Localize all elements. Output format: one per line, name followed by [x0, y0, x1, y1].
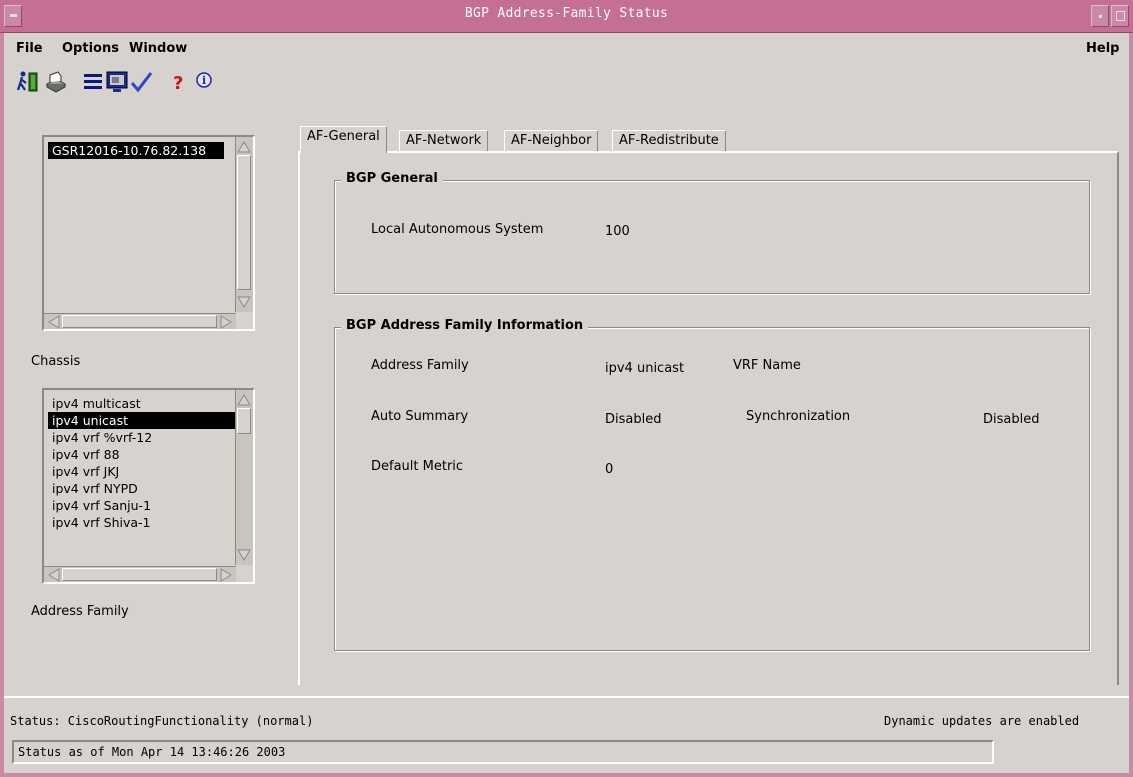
bgp-general-group: BGP General Local Autonomous System 100 [334, 171, 1090, 294]
af-list-item[interactable]: ipv4 multicast [48, 395, 250, 412]
window-title: BGP Address-Family Status [464, 6, 669, 21]
af-list-item-selected[interactable]: ipv4 unicast [48, 412, 246, 429]
help-icon[interactable]: ? [166, 70, 190, 94]
synchronization-value: Disabled [983, 412, 1040, 427]
scroll-right-icon[interactable] [218, 567, 234, 583]
status-bar: Status: CiscoRoutingFunctionality (norma… [4, 696, 1129, 777]
scroll-down-icon[interactable] [236, 294, 252, 310]
af-info-title: BGP Address Family Information [341, 318, 589, 333]
maximize-icon [1116, 11, 1125, 21]
svg-text:?: ? [173, 73, 183, 94]
scroll-up-icon[interactable] [236, 392, 252, 408]
auto-summary-value: Disabled [605, 412, 662, 427]
af-list-items: ipv4 multicast ipv4 unicast ipv4 vrf %vr… [48, 395, 250, 531]
af-list-item[interactable]: ipv4 vrf Shiva-1 [48, 514, 250, 531]
af-list-item[interactable]: ipv4 vrf JKJ [48, 463, 250, 480]
status-text: Status: CiscoRoutingFunctionality (norma… [10, 714, 314, 728]
default-metric-label: Default Metric [371, 459, 464, 474]
status-timestamp-field: Status as of Mon Apr 14 13:46:26 2003 [12, 740, 994, 764]
af-info-group: BGP Address Family Information Address F… [334, 318, 1090, 651]
af-list-item[interactable]: ipv4 vrf 88 [48, 446, 250, 463]
tab-af-neighbor[interactable]: AF-Neighbor [504, 130, 599, 152]
print-icon[interactable] [44, 70, 68, 94]
address-family-list[interactable]: ipv4 multicast ipv4 unicast ipv4 vrf %vr… [42, 388, 255, 584]
menu-help[interactable]: Help [1086, 41, 1119, 56]
scroll-right-icon[interactable] [218, 314, 234, 330]
chassis-hscroll-thumb[interactable] [62, 315, 217, 328]
maximize-button[interactable] [1111, 5, 1129, 27]
title-bar[interactable]: BGP Address-Family Status [0, 0, 1133, 33]
tab-panel-af-general: BGP General Local Autonomous System 100 … [298, 151, 1119, 685]
scroll-up-icon[interactable] [236, 139, 252, 155]
check-icon[interactable] [129, 70, 153, 94]
menu-options[interactable]: Options [62, 41, 119, 56]
scroll-left-icon[interactable] [46, 567, 62, 583]
chassis-item[interactable]: GSR12016-10.76.82.138 [48, 142, 224, 159]
chassis-hscroll[interactable] [44, 313, 236, 329]
synchronization-label: Synchronization [746, 409, 851, 424]
af-hscroll[interactable] [44, 566, 236, 582]
monitor-icon[interactable] [105, 70, 129, 94]
af-hscroll-thumb[interactable] [62, 568, 217, 581]
chassis-vscroll-thumb[interactable] [237, 155, 251, 290]
address-family-field-value: ipv4 unicast [605, 361, 685, 376]
tab-af-network[interactable]: AF-Network [399, 130, 489, 152]
minimize-button[interactable] [1091, 5, 1109, 27]
dynamic-updates-text: Dynamic updates are enabled [884, 714, 1080, 728]
af-list-item[interactable]: ipv4 vrf NYPD [48, 480, 250, 497]
vrf-name-label: VRF Name [733, 358, 801, 373]
scroll-left-icon[interactable] [46, 314, 62, 330]
menu-window[interactable]: Window [129, 41, 187, 56]
bgp-general-title: BGP General [341, 171, 443, 186]
chassis-vscroll[interactable] [235, 137, 253, 312]
list-icon[interactable] [81, 70, 105, 94]
default-metric-value: 0 [605, 462, 614, 477]
info-icon[interactable]: i [192, 70, 216, 94]
af-list-item[interactable]: ipv4 vrf Sanju-1 [48, 497, 250, 514]
status-timestamp: Status as of Mon Apr 14 13:46:26 2003 [18, 745, 286, 759]
app-window: BGP Address-Family Status File Options W… [0, 0, 1133, 777]
af-vscroll-thumb[interactable] [237, 408, 251, 434]
menu-bar: File Options Window Help [4, 34, 1129, 64]
address-family-label: Address Family [31, 604, 129, 619]
af-vscroll[interactable] [235, 390, 253, 565]
local-as-value: 100 [605, 224, 630, 239]
svg-text:i: i [202, 74, 206, 87]
chassis-list[interactable]: GSR12016-10.76.82.138 [42, 135, 255, 331]
auto-summary-label: Auto Summary [371, 409, 469, 424]
minimize-icon [1099, 15, 1102, 18]
exit-icon[interactable] [16, 70, 40, 94]
tab-af-general[interactable]: AF-General [300, 126, 387, 153]
local-as-label: Local Autonomous System [371, 222, 544, 237]
address-family-field-label: Address Family [371, 358, 469, 373]
chassis-label: Chassis [31, 354, 81, 369]
menu-file[interactable]: File [16, 41, 43, 56]
tab-af-redistribute[interactable]: AF-Redistribute [612, 130, 726, 152]
scroll-down-icon[interactable] [236, 547, 252, 563]
af-list-item[interactable]: ipv4 vrf %vrf-12 [48, 429, 250, 446]
